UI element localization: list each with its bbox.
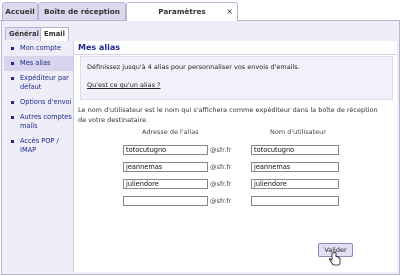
sidebar-item-mes-alias[interactable]: Mes alias [4, 56, 74, 71]
alias-help-link[interactable]: Qu'est ce qu'un alias ? [87, 81, 160, 89]
description-text: Le nom d'utilisateur est le nom qui s'af… [78, 106, 378, 124]
tab-parametres-label: Paramètres [158, 7, 206, 16]
sidebar-item-label: Mon compte [20, 44, 61, 52]
domain-label: @sfr.fr [210, 180, 232, 188]
username-input-2[interactable]: jeannemas [251, 162, 339, 172]
sidebar-item-label: Accès POP / IMAP [20, 137, 59, 154]
bullet-icon [11, 47, 14, 50]
sidebar-item-label: Options d'envoi [20, 98, 72, 106]
top-tab-bar: Accueil Boîte de réception Paramètres × [0, 0, 400, 21]
close-icon[interactable]: × [226, 3, 233, 20]
sidebar-item-acces-pop-imap[interactable]: Accès POP / IMAP [4, 134, 74, 158]
page-title: Mes alias [78, 43, 120, 52]
domain-label: @sfr.fr [210, 163, 232, 171]
info-text: Définissez jusqu'à 4 alias pour personna… [87, 63, 300, 71]
username-input-1[interactable]: totocutugno [251, 145, 339, 155]
alias-input-3[interactable]: juliendore [123, 179, 208, 189]
username-input-3[interactable]: juliendore [251, 179, 339, 189]
sidebar-item-options-envoi[interactable]: Options d'envoi [4, 95, 74, 110]
main-content: Mes alias Définissez jusqu'à 4 alias pou… [73, 41, 397, 272]
subtab-email[interactable]: Email [40, 27, 69, 41]
alias-input-1[interactable]: totocutugno [123, 145, 208, 155]
sidebar: Mon compte Mes alias Expéditeur par défa… [4, 41, 74, 158]
tab-accueil[interactable]: Accueil [2, 2, 38, 20]
domain-label: @sfr.fr [210, 146, 232, 154]
sidebar-item-label: Mes alias [20, 59, 51, 67]
subtab-general[interactable]: Général [5, 27, 43, 40]
username-input-4[interactable] [251, 196, 339, 206]
tab-parametres[interactable]: Paramètres × [126, 2, 238, 21]
bullet-icon [11, 77, 14, 80]
bullet-icon [11, 140, 14, 143]
domain-label: @sfr.fr [210, 197, 232, 205]
bullet-icon [11, 101, 14, 104]
alias-input-2[interactable]: jeannemas [123, 162, 208, 172]
column-header-user: Nom d'utilisateur [270, 128, 326, 136]
info-box: Définissez jusqu'à 4 alias pour personna… [80, 56, 393, 100]
sidebar-item-label: Autres comptes mails [20, 113, 72, 130]
alias-input-4[interactable] [123, 196, 208, 206]
divider [74, 54, 397, 55]
sidebar-item-mon-compte[interactable]: Mon compte [4, 41, 74, 56]
sidebar-item-expediteur-par-defaut[interactable]: Expéditeur par défaut [4, 71, 74, 95]
tab-boite-de-reception[interactable]: Boîte de réception [38, 2, 126, 20]
hand-cursor-icon [329, 252, 341, 266]
bullet-icon [11, 62, 14, 65]
sidebar-item-label: Expéditeur par défaut [20, 74, 69, 91]
bullet-icon [11, 116, 14, 119]
column-header-alias: Adresse de l'alias [142, 128, 199, 136]
sidebar-item-autres-comptes-mails[interactable]: Autres comptes mails [4, 110, 74, 134]
